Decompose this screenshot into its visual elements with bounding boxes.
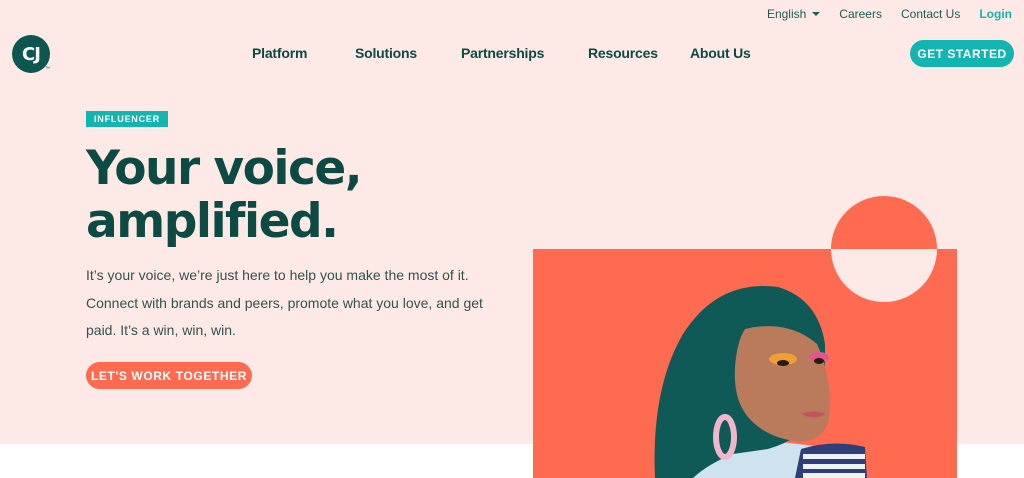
get-started-button[interactable]: GET STARTED (910, 40, 1014, 67)
eye-left (777, 360, 789, 366)
page-title: Your voice, amplified. (86, 142, 506, 248)
main-nav: Platform Solutions Partnerships Resource… (0, 45, 1024, 65)
nav-partnerships[interactable]: Partnerships (461, 45, 544, 61)
nav-about-us[interactable]: About Us (690, 45, 751, 61)
lets-work-together-button[interactable]: LET'S WORK TOGETHER (86, 362, 252, 389)
nav-resources[interactable]: Resources (588, 45, 658, 61)
eye-right (814, 358, 824, 364)
hero-description: It’s your voice, we’re just here to help… (86, 262, 506, 345)
trademark-symbol: ™ (45, 66, 50, 72)
utility-nav: English Careers Contact Us Login (767, 7, 1012, 21)
contact-us-link[interactable]: Contact Us (901, 7, 960, 21)
language-selector[interactable]: English (766, 7, 821, 21)
category-tag: INFLUENCER (86, 111, 168, 127)
nav-solutions[interactable]: Solutions (355, 45, 417, 61)
caret-down-icon (812, 12, 821, 16)
headline-line-2: amplified. (86, 194, 339, 249)
login-link[interactable]: Login (979, 7, 1012, 21)
decorative-circle (831, 196, 937, 302)
description-line-2: Connect with brands and peers, promote w… (86, 294, 483, 311)
description-line-3: paid. It’s a win, win, win. (86, 322, 236, 338)
careers-link[interactable]: Careers (839, 7, 882, 21)
description-line-1: It’s your voice, we’re just here to help… (86, 267, 469, 283)
headline-line-1: Your voice, (86, 141, 363, 196)
nav-platform[interactable]: Platform (252, 45, 307, 61)
language-label: English (766, 7, 807, 21)
